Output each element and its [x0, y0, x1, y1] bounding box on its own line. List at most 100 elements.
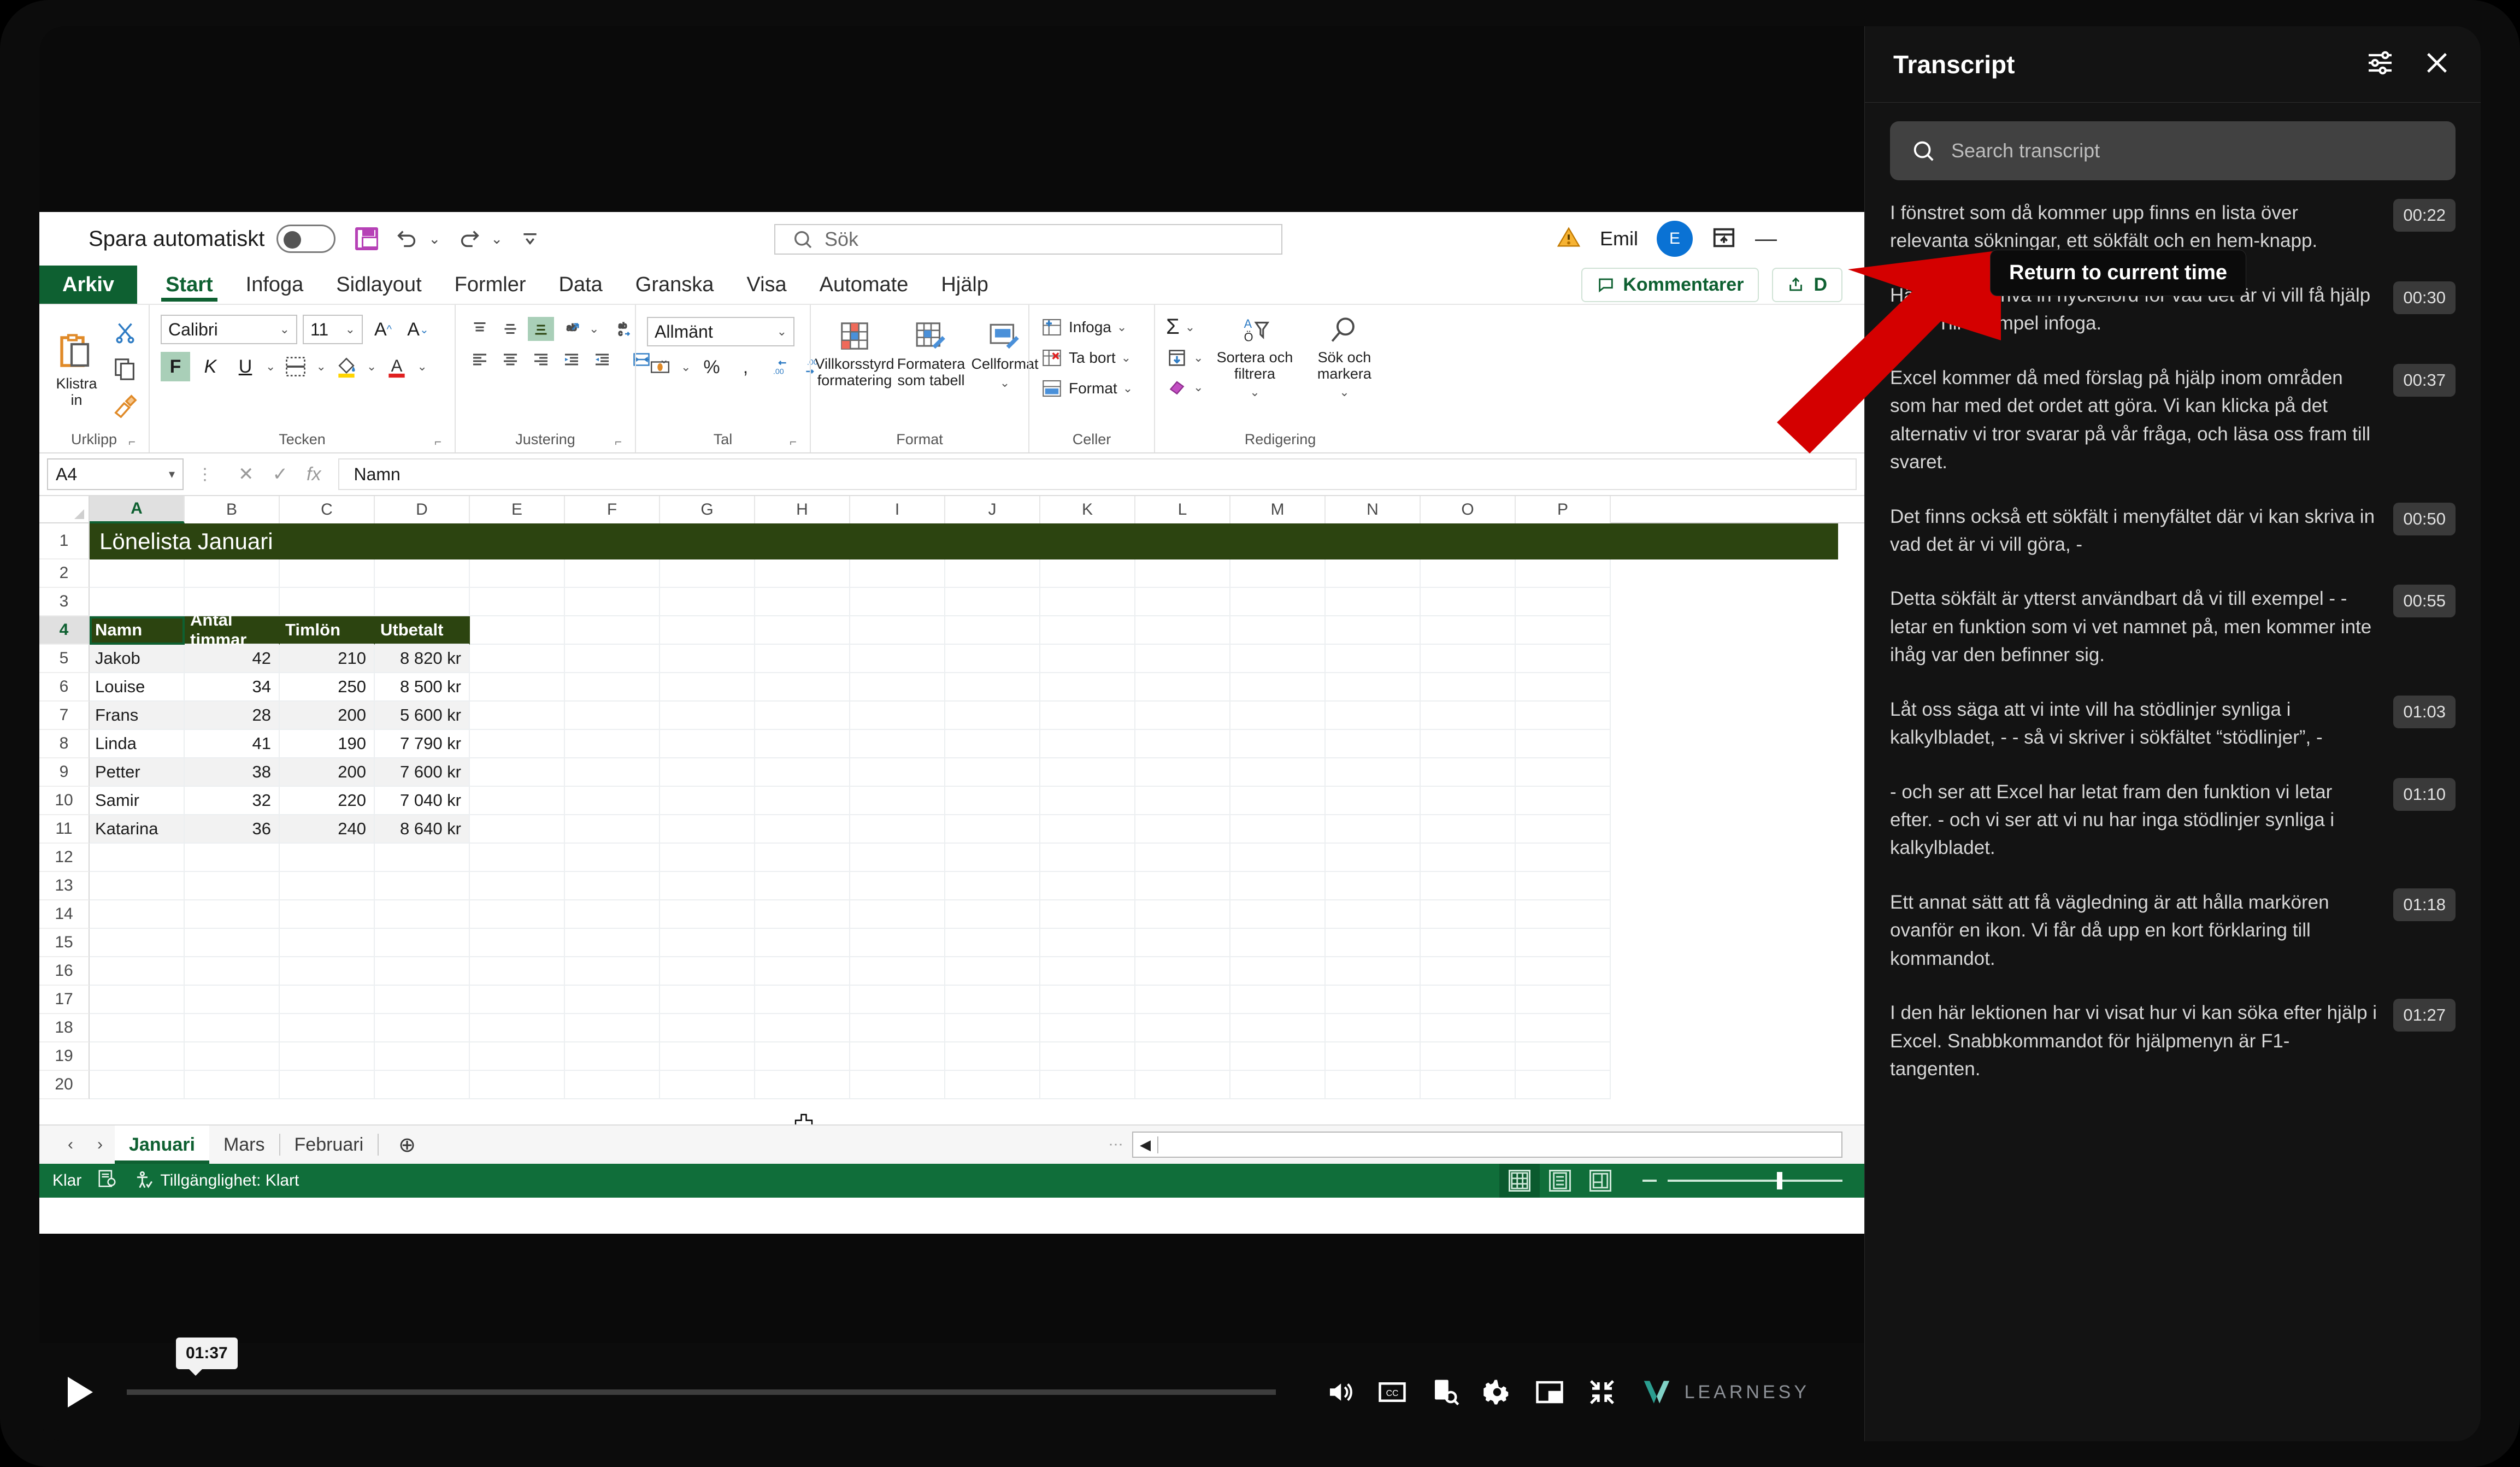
- cell-G3[interactable]: [660, 588, 755, 616]
- cell-G20[interactable]: [660, 1071, 755, 1099]
- transcript-button[interactable]: [1430, 1377, 1459, 1407]
- column-header-I[interactable]: I: [850, 496, 945, 523]
- cell-L6[interactable]: [1135, 673, 1230, 702]
- cell-E11[interactable]: [470, 815, 565, 844]
- cell-H14[interactable]: [755, 900, 850, 929]
- normal-view-button[interactable]: [1499, 1164, 1540, 1198]
- cell-D11[interactable]: 8 640 kr: [375, 815, 470, 844]
- cell-J8[interactable]: [945, 730, 1040, 758]
- cell-O4[interactable]: [1421, 616, 1516, 645]
- cell-G19[interactable]: [660, 1042, 755, 1071]
- cell-A18[interactable]: [90, 1014, 185, 1042]
- cell-D8[interactable]: 7 790 kr: [375, 730, 470, 758]
- column-header-H[interactable]: H: [755, 496, 850, 523]
- cell-G10[interactable]: [660, 787, 755, 815]
- accessibility-status[interactable]: Tillgänglighet: Klart: [133, 1170, 299, 1191]
- cell-D14[interactable]: [375, 900, 470, 929]
- settings-button[interactable]: [1482, 1377, 1512, 1407]
- undo-icon[interactable]: [395, 226, 420, 251]
- clipboard-dialog-launcher-icon[interactable]: ⌐: [128, 435, 136, 449]
- cell-G4[interactable]: [660, 616, 755, 645]
- cell-J18[interactable]: [945, 1014, 1040, 1042]
- currency-chevron-down-icon[interactable]: ⌄: [681, 360, 691, 374]
- cell-L11[interactable]: [1135, 815, 1230, 844]
- cell-E12[interactable]: [470, 844, 565, 872]
- row-header-12[interactable]: 12: [39, 844, 90, 872]
- cell-B19[interactable]: [185, 1042, 280, 1071]
- split-handle[interactable]: ⋮: [1108, 1138, 1124, 1152]
- cancel-entry-icon[interactable]: ✕: [238, 463, 254, 485]
- cell-D16[interactable]: [375, 957, 470, 986]
- find-select-button[interactable]: Sök och markera ⌄: [1306, 315, 1382, 399]
- cell-C13[interactable]: [280, 872, 375, 900]
- cell-B5[interactable]: 42: [185, 645, 280, 673]
- font-family-select[interactable]: Calibri ⌄: [161, 315, 297, 344]
- cell-I2[interactable]: [850, 559, 945, 588]
- cell-B16[interactable]: [185, 957, 280, 986]
- cell-P8[interactable]: [1516, 730, 1611, 758]
- cell-N12[interactable]: [1326, 844, 1421, 872]
- increase-indent-icon[interactable]: [589, 347, 615, 372]
- cell-M12[interactable]: [1230, 844, 1326, 872]
- ribbon-tab-infoga[interactable]: Infoga: [229, 266, 320, 304]
- zoom-knob[interactable]: [1777, 1172, 1782, 1189]
- cell-B11[interactable]: 36: [185, 815, 280, 844]
- sheet-tab-februari[interactable]: Februari: [280, 1126, 378, 1164]
- cell-E2[interactable]: [470, 559, 565, 588]
- cell-H10[interactable]: [755, 787, 850, 815]
- cell-E13[interactable]: [470, 872, 565, 900]
- cell-J4[interactable]: [945, 616, 1040, 645]
- transcript-timestamp[interactable]: 01:10: [2393, 777, 2456, 811]
- cell-H17[interactable]: [755, 986, 850, 1014]
- font-color-chevron-down-icon[interactable]: ⌄: [417, 360, 427, 374]
- cell-A8[interactable]: Linda: [90, 730, 185, 758]
- cell-O8[interactable]: [1421, 730, 1516, 758]
- cell-O15[interactable]: [1421, 929, 1516, 957]
- column-header-E[interactable]: E: [470, 496, 565, 523]
- cell-J13[interactable]: [945, 872, 1040, 900]
- cell-E3[interactable]: [470, 588, 565, 616]
- cell-P12[interactable]: [1516, 844, 1611, 872]
- cell-B15[interactable]: [185, 929, 280, 957]
- cell-I16[interactable]: [850, 957, 945, 986]
- transcript-list[interactable]: I fönstret som då kommer upp finns en li…: [1865, 192, 2481, 1083]
- cell-B9[interactable]: 38: [185, 758, 280, 787]
- progress-bar-area[interactable]: 01:37: [121, 1338, 1303, 1441]
- sheet-tab-mars[interactable]: Mars: [209, 1126, 279, 1164]
- comments-button[interactable]: Kommentarer: [1581, 267, 1759, 302]
- cell-D12[interactable]: [375, 844, 470, 872]
- list-item[interactable]: I den här lektionen har vi visat hur vi …: [1890, 999, 2456, 1083]
- add-sheet-button[interactable]: ⊕: [379, 1133, 435, 1157]
- cell-F10[interactable]: [565, 787, 660, 815]
- cell-D9[interactable]: 7 600 kr: [375, 758, 470, 787]
- cell-I9[interactable]: [850, 758, 945, 787]
- cell-P5[interactable]: [1516, 645, 1611, 673]
- cell-H20[interactable]: [755, 1071, 850, 1099]
- cell-I3[interactable]: [850, 588, 945, 616]
- zoom-slider[interactable]: [1621, 1172, 1864, 1189]
- transcript-timestamp[interactable]: 00:55: [2393, 585, 2456, 618]
- cell-N4[interactable]: [1326, 616, 1421, 645]
- cell-P15[interactable]: [1516, 929, 1611, 957]
- cell-M13[interactable]: [1230, 872, 1326, 900]
- cell-N5[interactable]: [1326, 645, 1421, 673]
- cell-M4[interactable]: [1230, 616, 1326, 645]
- cell-P13[interactable]: [1516, 872, 1611, 900]
- cell-D13[interactable]: [375, 872, 470, 900]
- list-item[interactable]: I fönstret som då kommer upp finns en li…: [1890, 199, 2456, 255]
- cell-L8[interactable]: [1135, 730, 1230, 758]
- cell-B13[interactable]: [185, 872, 280, 900]
- cell-D7[interactable]: 5 600 kr: [375, 702, 470, 730]
- cell-A14[interactable]: [90, 900, 185, 929]
- row-header-5[interactable]: 5: [39, 645, 90, 673]
- cell-L15[interactable]: [1135, 929, 1230, 957]
- align-right-icon[interactable]: [528, 347, 554, 372]
- fill-color-chevron-down-icon[interactable]: ⌄: [367, 360, 376, 374]
- cell-H19[interactable]: [755, 1042, 850, 1071]
- cell-A19[interactable]: [90, 1042, 185, 1071]
- cell-N17[interactable]: [1326, 986, 1421, 1014]
- cell-I14[interactable]: [850, 900, 945, 929]
- minimize-button[interactable]: —: [1755, 227, 1777, 251]
- cell-P6[interactable]: [1516, 673, 1611, 702]
- cell-L19[interactable]: [1135, 1042, 1230, 1071]
